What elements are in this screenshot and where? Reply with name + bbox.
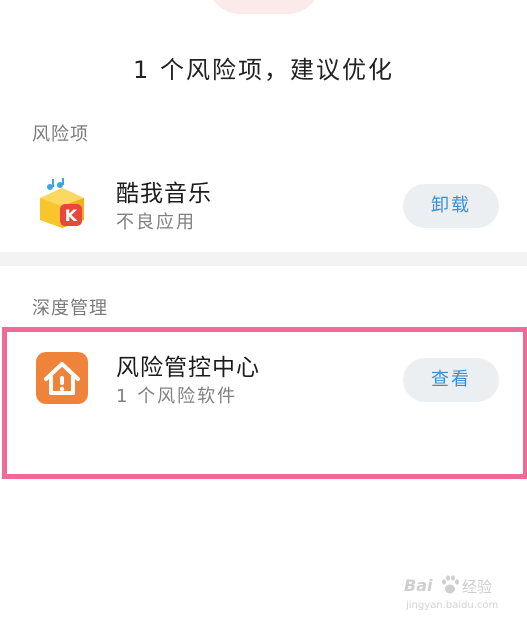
watermark-text: 经验: [462, 578, 493, 596]
section-label-risk: 风险项: [32, 124, 89, 145]
uninstall-button[interactable]: 卸载: [403, 184, 499, 228]
kuwo-music-icon: K: [40, 178, 84, 228]
risk-app-row[interactable]: K 酷我音乐 不良应用 卸载: [0, 162, 527, 246]
section-separator: [0, 252, 527, 266]
highlight-frame: [2, 327, 527, 479]
paw-icon: [442, 575, 459, 594]
risk-summary-title: 1 个风险项，建议优化: [133, 56, 394, 84]
section-label-deep-management: 深度管理: [32, 298, 108, 319]
risk-app-name: 酷我音乐: [116, 181, 212, 207]
svg-text:K: K: [65, 206, 78, 225]
risk-app-description: 不良应用: [116, 212, 196, 233]
baidu-jingyan-watermark: Bai 经验 jingyan.baidu.com: [404, 575, 516, 616]
top-decoration-arc: [208, 0, 320, 14]
watermark-url: jingyan.baidu.com: [406, 600, 499, 611]
watermark-logo: Bai: [404, 576, 433, 595]
